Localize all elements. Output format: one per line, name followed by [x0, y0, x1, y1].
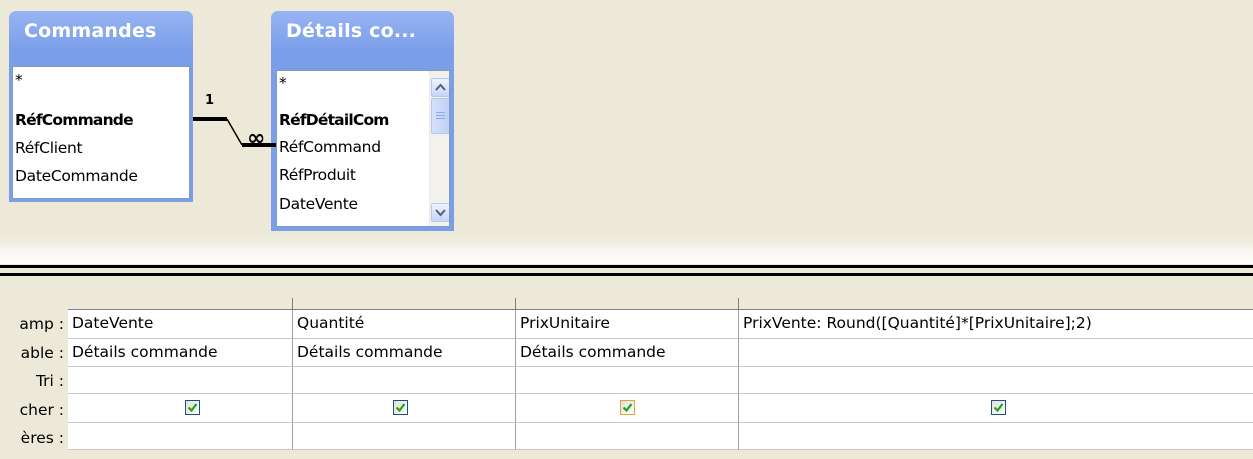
table-cell[interactable]: Détails commande — [68, 339, 293, 367]
query-design-tables-pane: Commandes * RéfCommande RéfClient DateCo… — [0, 0, 1253, 236]
field-value: DateVente — [72, 314, 154, 332]
field-all[interactable]: * — [15, 71, 23, 89]
pane-fade — [0, 236, 1253, 264]
show-checkbox[interactable] — [991, 400, 1006, 415]
table-commandes[interactable]: Commandes * RéfCommande RéfClient DateCo… — [9, 11, 193, 202]
sort-cell[interactable] — [516, 367, 739, 394]
scroll-down-button[interactable] — [431, 203, 449, 222]
checkmark-icon — [187, 403, 198, 413]
field-refdetailcom[interactable]: RéfDétailCom — [279, 111, 389, 129]
field-value: PrixUnitaire — [520, 314, 610, 332]
relationship-one-label: 1 — [205, 93, 215, 108]
criteria-cell[interactable] — [68, 423, 293, 450]
splitter-line — [0, 273, 1253, 276]
sort-cell[interactable] — [68, 367, 293, 394]
query-design-grid: amp : able : Tri : cher : ères : DateVen… — [0, 278, 1253, 459]
table-commandes-title[interactable]: Commandes — [24, 20, 157, 42]
scroll-up-button[interactable] — [431, 78, 449, 97]
show-checkbox[interactable] — [185, 400, 200, 415]
field-value: PrixVente: Round([Quantité]*[PrixUnitair… — [743, 314, 1092, 332]
column-selector[interactable] — [68, 298, 293, 310]
table-details-commande[interactable]: Détails co... * RéfDétailCom RéfCommand … — [271, 11, 454, 231]
table-details-title[interactable]: Détails co... — [286, 20, 416, 42]
splitter-line — [0, 265, 1253, 268]
show-cell[interactable] — [68, 394, 293, 423]
column-selector[interactable] — [293, 298, 516, 310]
field-refcommande[interactable]: RéfCommand — [279, 138, 381, 156]
field-refcommande[interactable]: RéfCommande — [15, 111, 134, 129]
vertical-scrollbar[interactable] — [429, 71, 449, 226]
row-label-champ: amp : — [19, 315, 64, 333]
row-label-tri: Tri : — [35, 372, 64, 390]
table-value: Détails commande — [72, 343, 218, 361]
row-label-table: able : — [20, 344, 64, 362]
column-selector[interactable] — [739, 298, 1253, 310]
table-value: Détails commande — [520, 343, 666, 361]
grip-line-icon — [436, 118, 445, 119]
scroll-thumb[interactable] — [431, 98, 449, 134]
field-cell[interactable]: DateVente — [68, 310, 293, 339]
relationship-many-label: ∞ — [247, 126, 266, 151]
chevron-up-icon — [435, 83, 446, 91]
show-cell[interactable] — [739, 394, 1253, 423]
grip-line-icon — [436, 115, 445, 116]
criteria-cell[interactable] — [293, 423, 516, 450]
sort-cell[interactable] — [739, 367, 1253, 394]
criteria-cell[interactable] — [739, 423, 1253, 450]
checkmark-icon — [622, 403, 633, 413]
sort-cell[interactable] — [293, 367, 516, 394]
chevron-down-icon — [435, 209, 446, 217]
checkmark-icon — [993, 403, 1004, 413]
pane-splitter[interactable] — [0, 264, 1253, 278]
show-checkbox[interactable] — [620, 400, 635, 415]
table-cell[interactable]: Détails commande — [293, 339, 516, 367]
show-cell[interactable] — [293, 394, 516, 423]
field-cell[interactable]: Quantité — [293, 310, 516, 339]
criteria-cell[interactable] — [516, 423, 739, 450]
checkmark-icon — [395, 403, 406, 413]
show-checkbox[interactable] — [393, 400, 408, 415]
table-value: Détails commande — [297, 343, 443, 361]
table-cell[interactable] — [739, 339, 1253, 367]
field-datevente[interactable]: DateVente — [279, 195, 358, 213]
grip-line-icon — [436, 112, 445, 113]
field-cell[interactable]: PrixVente: Round([Quantité]*[PrixUnitair… — [739, 310, 1253, 339]
field-datecommande[interactable]: DateCommande — [15, 167, 138, 185]
field-cell[interactable]: PrixUnitaire — [516, 310, 739, 339]
table-commandes-field-list[interactable]: * RéfCommande RéfClient DateCommande — [12, 66, 190, 199]
table-cell[interactable]: Détails commande — [516, 339, 739, 367]
field-value: Quantité — [297, 314, 365, 332]
row-label-afficher: cher : — [19, 401, 64, 419]
field-refclient[interactable]: RéfClient — [15, 139, 83, 157]
field-refproduit[interactable]: RéfProduit — [279, 166, 356, 184]
show-cell[interactable] — [516, 394, 739, 423]
table-details-field-list[interactable]: * RéfDétailCom RéfCommand RéfProduit Dat… — [276, 70, 450, 227]
column-selector[interactable] — [516, 298, 739, 310]
field-all[interactable]: * — [279, 74, 287, 92]
row-label-criteres: ères : — [20, 429, 64, 447]
